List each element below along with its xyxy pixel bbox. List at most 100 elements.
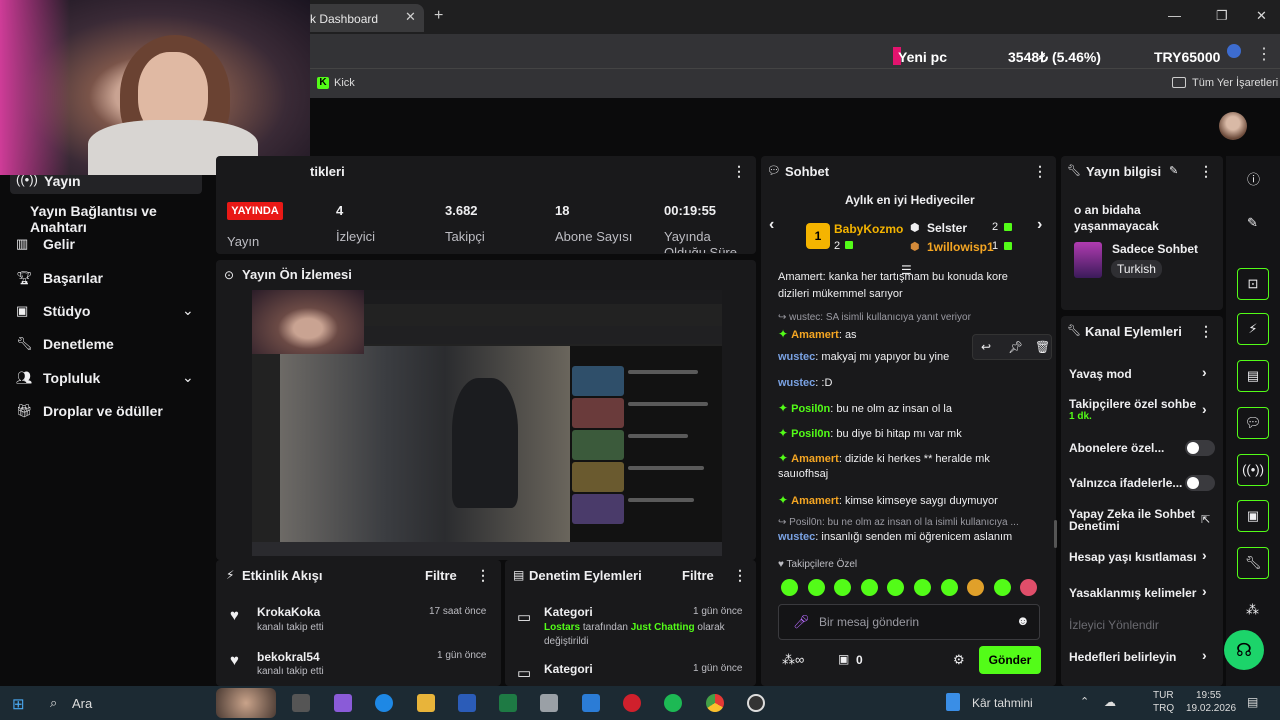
gifter-name[interactable]: Selster [927, 221, 967, 235]
spotify-icon[interactable] [664, 694, 682, 712]
notifications-icon[interactable]: ▤ [1247, 695, 1258, 709]
chevron-right-icon[interactable]: › [1202, 401, 1207, 417]
chevron-right-icon[interactable]: › [1202, 364, 1207, 380]
edge-icon[interactable] [375, 694, 393, 712]
rail-wrench-icon[interactable]: 🔧︎ [1237, 547, 1269, 579]
goals-row[interactable]: Hedefleri belirleyin [1069, 650, 1176, 664]
chat-username[interactable]: wustec [778, 531, 815, 543]
kebab-menu-icon[interactable]: ⋮ [1033, 163, 1047, 180]
excel-icon[interactable] [499, 694, 517, 712]
support-headset-icon[interactable]: ☊ [1224, 630, 1264, 670]
stream-preview-video[interactable] [252, 290, 722, 556]
chat-username[interactable]: wustec [778, 377, 815, 389]
emotes-only-toggle[interactable] [1185, 475, 1215, 491]
rail-layout-icon[interactable]: ▣ [1237, 500, 1269, 532]
settings-gear-icon[interactable]: ⚙ [953, 652, 965, 668]
weather-widget[interactable]: Kâr tahmini [972, 696, 1033, 710]
chat-message[interactable]: ✦ Posil0n: bu diye bi hitap mı var mk [778, 426, 962, 440]
moderation-filter-button[interactable]: Filtre [682, 568, 714, 583]
tray-chevron-icon[interactable]: ⌃ [1080, 695, 1089, 708]
task-view-icon[interactable] [292, 694, 310, 712]
banned-words-row[interactable]: Yasaklanmış kelimeler [1069, 586, 1196, 600]
chevron-right-icon[interactable]: › [1202, 547, 1207, 563]
language-tag[interactable]: Turkish [1111, 260, 1162, 278]
sidebar-item-droplar[interactable]: Droplar ve ödüller [43, 403, 163, 419]
sidebar-item-denetleme[interactable]: Denetleme [43, 336, 114, 352]
chat-message[interactable]: ✦ Posil0n: bu ne olm az insan ol la [778, 401, 952, 415]
trash-icon[interactable]: 🗑︎ [1035, 340, 1050, 354]
chrome-icon[interactable] [706, 694, 724, 712]
word-icon[interactable] [458, 694, 476, 712]
store-icon[interactable] [582, 694, 600, 712]
chevron-right-icon[interactable]: › [1202, 647, 1207, 663]
emote-icon[interactable] [994, 579, 1011, 596]
sidebar-item-gelir[interactable]: Gelir [43, 236, 75, 252]
chevron-right-icon[interactable]: › [1037, 216, 1042, 234]
kebab-menu-icon[interactable]: ⋮ [733, 567, 747, 584]
rail-broadcast-icon[interactable]: ((•)) [1237, 454, 1269, 486]
new-tab-icon[interactable]: + [434, 7, 443, 25]
maximize-icon[interactable]: ❐ [1216, 8, 1228, 24]
subs-only-toggle[interactable] [1185, 440, 1215, 456]
language-indicator[interactable]: TUR [1153, 690, 1174, 701]
event-user[interactable]: KrokaKoka [257, 605, 320, 619]
sidebar-item-basarilar[interactable]: Başarılar [43, 270, 103, 286]
sidebar-item-studyo[interactable]: Stüdyo [43, 303, 90, 319]
chevron-down-icon[interactable]: ⌄ [182, 302, 194, 319]
external-link-icon[interactable]: ⇱ [1201, 513, 1210, 526]
all-bookmarks-link[interactable]: Tüm Yer İşaretleri [1192, 77, 1278, 89]
chat-username[interactable]: Amamert [791, 329, 839, 341]
chat-input[interactable]: 🎤︎ Bir mesaj gönderin ☻ [778, 604, 1040, 640]
chat-message[interactable]: wustec: :D [778, 377, 832, 389]
rail-document-icon[interactable]: ▤ [1237, 360, 1269, 392]
profile-icon[interactable] [1227, 44, 1241, 58]
emote-icon[interactable] [808, 579, 825, 596]
explorer-icon[interactable] [417, 694, 435, 712]
gifter-name[interactable]: BabyKozmo [834, 222, 903, 236]
chevron-right-icon[interactable]: › [1202, 583, 1207, 599]
rail-chat-icon[interactable]: 💬︎ [1237, 407, 1269, 439]
chevron-left-icon[interactable]: ‹ [769, 216, 774, 234]
gifter-name[interactable]: 1willowisp1 [927, 240, 994, 254]
emote-icon[interactable] [887, 579, 904, 596]
microphone-icon[interactable]: 🎤︎ [793, 614, 810, 630]
copilot-icon[interactable] [334, 694, 352, 712]
close-tab-icon[interactable]: ✕ [405, 9, 416, 25]
emote-icon[interactable] [1020, 579, 1037, 596]
avatar[interactable] [1219, 112, 1247, 140]
community-icon[interactable]: ⁂∞ [782, 652, 804, 668]
chat-username[interactable]: Amamert [791, 453, 839, 465]
slow-mode-row[interactable]: Yavaş mod [1069, 367, 1132, 381]
pin-icon[interactable]: 📌︎ [1008, 340, 1023, 354]
chevron-down-icon[interactable]: ⌄ [182, 369, 194, 386]
chat-message[interactable]: wustec: insanlığı senden mi öğrenicem as… [778, 531, 1012, 543]
bookmark-kick[interactable]: Kick [334, 77, 355, 89]
emote-icon[interactable] [834, 579, 851, 596]
category-thumbnail[interactable] [1074, 242, 1102, 278]
calculator-icon[interactable] [540, 694, 558, 712]
rail-camera-icon[interactable]: ⊡ [1237, 268, 1269, 300]
taskbar-search[interactable]: Ara [72, 696, 92, 711]
chat-message[interactable]: ✦ Amamert: kimse kimseye saygı duymuyor [778, 493, 998, 507]
send-button[interactable]: Gönder [979, 646, 1041, 674]
obs-icon[interactable] [747, 694, 765, 712]
chat-message[interactable]: ✦ Amamert: as [778, 327, 857, 341]
chat-username[interactable]: Posil0n [791, 428, 830, 440]
window-close-icon[interactable]: ✕ [1256, 8, 1267, 24]
kebab-menu-icon[interactable]: ⋮ [1199, 323, 1213, 340]
chat-message[interactable]: wustec: makyaj mı yapıyor bu yine [778, 351, 949, 363]
chat-scrollbar[interactable] [1054, 520, 1057, 548]
opera-icon[interactable] [623, 694, 641, 712]
activity-filter-button[interactable]: Filtre [425, 568, 457, 583]
rail-lightning-icon[interactable]: ⚡︎ [1237, 313, 1269, 345]
info-icon[interactable]: ⓘ [1247, 169, 1260, 188]
reply-icon[interactable]: ↩ [981, 340, 991, 354]
chat-username[interactable]: Posil0n [791, 403, 830, 415]
kebab-menu-icon[interactable]: ⋮ [1199, 163, 1213, 180]
chat-username[interactable]: wustec [778, 351, 815, 363]
emoji-icon[interactable]: ☻ [1016, 613, 1030, 628]
sidebar-item-stream-key[interactable]: Yayın Bağlantısı ve Anahtarı [30, 203, 210, 235]
edit-pencil-icon[interactable]: ✎ [1247, 215, 1258, 231]
kebab-menu-icon[interactable]: ⋮ [476, 567, 490, 584]
search-icon[interactable]: ⌕ [50, 695, 57, 711]
